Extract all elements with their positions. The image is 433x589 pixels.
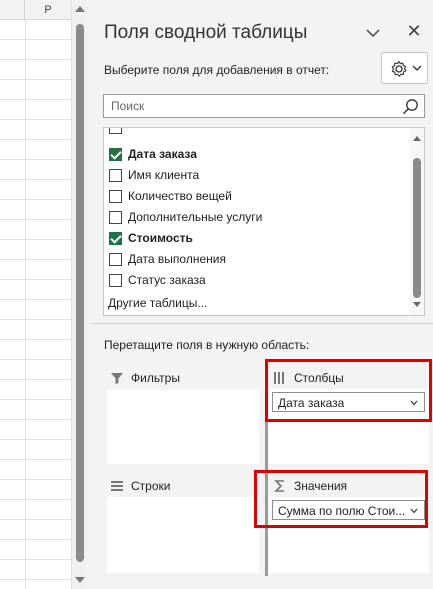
field-label: Дата заказа xyxy=(128,147,197,161)
close-icon[interactable]: ✕ xyxy=(404,21,424,41)
pivot-fields-pane: Поля сводной таблицы ✕ Выберите поля для… xyxy=(91,0,433,589)
field-checkbox[interactable] xyxy=(109,169,122,182)
pane-divider xyxy=(91,323,433,324)
field-checkbox[interactable] xyxy=(109,128,122,134)
field-item[interactable]: Стоимость xyxy=(109,229,404,249)
filter-icon xyxy=(111,373,123,384)
column-header-row: P xyxy=(0,0,71,20)
rows-icon xyxy=(111,481,123,491)
tools-button[interactable] xyxy=(381,52,428,84)
drag-hint: Перетащите поля в нужную область: xyxy=(104,338,310,352)
field-label: Количество вещей xyxy=(128,189,232,203)
field-label: Стоимость xyxy=(128,231,193,245)
scroll-down-arrow-icon[interactable] xyxy=(75,577,85,583)
field-item[interactable]: Дата выполнения xyxy=(109,250,404,270)
field-item[interactable]: Статус заказа xyxy=(109,271,404,291)
field-checkbox-checked[interactable] xyxy=(109,148,122,161)
cell-grid[interactable] xyxy=(0,20,71,589)
values-highlight-box xyxy=(254,470,428,528)
filters-drop-zone[interactable] xyxy=(107,390,259,464)
sheet-vertical-scrollbar[interactable] xyxy=(71,0,87,589)
scroll-up-arrow-icon[interactable] xyxy=(413,136,421,141)
field-checkbox[interactable] xyxy=(109,274,122,287)
column-header-o[interactable] xyxy=(0,0,25,20)
columns-highlight-box xyxy=(265,359,432,422)
filters-area-label: Фильтры xyxy=(131,371,180,385)
field-label: Статус заказа xyxy=(128,273,206,287)
field-item[interactable]: Имя клиента xyxy=(109,166,404,186)
field-label: Дата выполнения xyxy=(128,252,226,266)
filters-area-header: Фильтры xyxy=(109,368,259,390)
search-box xyxy=(103,94,425,118)
rows-drop-zone[interactable] xyxy=(107,497,259,573)
pane-title: Поля сводной таблицы xyxy=(104,22,308,43)
gear-icon xyxy=(391,60,407,77)
column-header-p[interactable]: P xyxy=(25,0,71,20)
field-item[interactable]: Количество вещей xyxy=(109,187,404,207)
field-item-partial[interactable] xyxy=(109,128,404,138)
scroll-down-arrow-icon[interactable] xyxy=(413,302,421,307)
chevron-down-icon xyxy=(412,65,422,71)
field-list-scrollbar[interactable] xyxy=(410,128,424,315)
rows-area-header: Строки xyxy=(109,476,259,498)
field-item[interactable]: Дополнительные услуги xyxy=(109,208,404,228)
field-checkbox[interactable] xyxy=(109,253,122,266)
field-item[interactable]: Дата заказа xyxy=(109,145,404,165)
other-tables-link[interactable]: Другие таблицы... xyxy=(108,296,207,310)
pane-subtitle: Выберите поля для добавления в отчет: xyxy=(104,63,330,77)
scroll-up-arrow-icon[interactable] xyxy=(75,6,85,12)
field-checkbox[interactable] xyxy=(109,211,122,224)
search-icon[interactable] xyxy=(402,98,419,115)
field-list[interactable]: Дата заказа Имя клиента Количество вещей… xyxy=(103,127,425,316)
field-checkbox-checked[interactable] xyxy=(109,232,122,245)
search-input[interactable] xyxy=(104,95,394,117)
field-label: Имя клиента xyxy=(128,168,200,182)
chevron-down-icon[interactable] xyxy=(364,25,382,41)
scroll-thumb[interactable] xyxy=(76,24,84,562)
field-checkbox[interactable] xyxy=(109,190,122,203)
spreadsheet-grid[interactable]: P xyxy=(0,0,71,589)
scroll-thumb[interactable] xyxy=(413,158,421,298)
field-label: Дополнительные услуги xyxy=(128,210,263,224)
rows-area-label: Строки xyxy=(131,479,171,493)
